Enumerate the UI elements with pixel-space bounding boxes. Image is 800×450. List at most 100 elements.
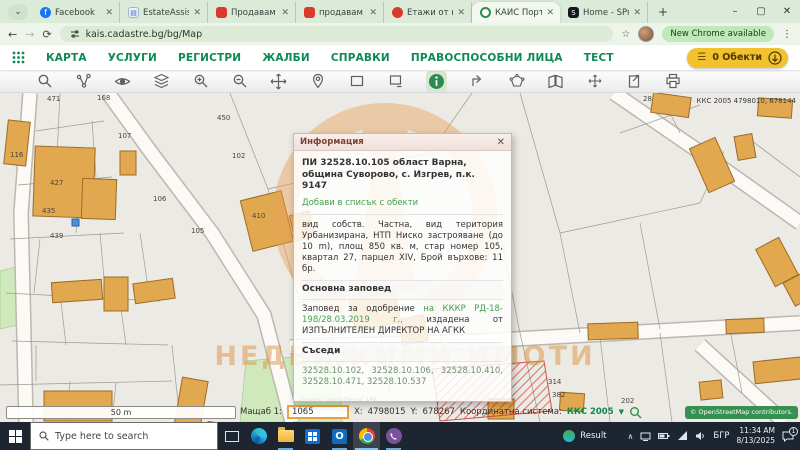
close-icon[interactable]: ✕ [457, 8, 465, 18]
scale-input[interactable] [287, 405, 349, 419]
coordinate-search-icon[interactable] [629, 406, 642, 419]
back-icon[interactable]: ← [8, 28, 17, 41]
reload-icon[interactable]: ⟳ [42, 28, 51, 41]
volume-icon[interactable] [695, 431, 706, 441]
tab-kais-portal[interactable]: КАИС Портал ✕ [472, 2, 560, 23]
pointer-arrow-icon[interactable] [469, 73, 486, 90]
close-icon[interactable]: ✕ [633, 8, 641, 18]
apps-grid-icon[interactable] [12, 51, 25, 64]
close-icon[interactable]: ✕ [105, 8, 113, 18]
marker-pin-icon[interactable] [309, 73, 326, 90]
viber-app-button[interactable] [380, 422, 407, 450]
tab-prodavam-1[interactable]: Продавам къща Дв ✕ [208, 2, 296, 23]
neighbors-list[interactable]: 32528.10.102, 32528.10.106, 32528.10.410… [302, 366, 503, 388]
visibility-eye-icon[interactable] [114, 73, 131, 90]
info-popup-header[interactable]: Информация ✕ [294, 134, 511, 151]
weather-icon [563, 430, 575, 442]
osm-attribution[interactable]: © OpenStreetMap contributors. [685, 406, 798, 419]
menu-item-zhalbi[interactable]: ЖАЛБИ [262, 52, 310, 64]
edge-app-button[interactable] [245, 422, 272, 450]
order-section-header: Основна заповед [302, 280, 503, 300]
task-view-button[interactable] [218, 422, 245, 450]
search-placeholder: Type here to search [55, 431, 148, 442]
crs-label: Координатна система: [460, 407, 562, 417]
start-button[interactable] [0, 422, 30, 450]
network-icon[interactable] [677, 431, 688, 441]
tab-prodavam-2[interactable]: продавам къща се ✕ [296, 2, 384, 23]
tab-facebook[interactable]: f Facebook ✕ [32, 2, 120, 23]
taskbar-clock[interactable]: 11:34 AM 8/13/2025 [737, 426, 775, 446]
blue-marker[interactable] [72, 219, 79, 226]
map-book-icon[interactable] [547, 73, 564, 90]
language-indicator[interactable]: БГР [713, 431, 729, 441]
tray-expand-icon[interactable]: ∧ [628, 432, 634, 441]
close-icon[interactable]: ✕ [369, 8, 377, 18]
pan-icon[interactable] [270, 73, 287, 90]
add-to-objects-link[interactable]: Добави в списък с обекти [302, 198, 503, 215]
bookmark-star-icon[interactable]: ☆ [621, 29, 630, 40]
task-view-icon [225, 431, 239, 442]
y-label: Y: [411, 407, 418, 417]
menu-item-pravosposobni-litsa[interactable]: ПРАВОСПОСОБНИ ЛИЦА [411, 52, 563, 64]
close-icon[interactable]: ✕ [497, 137, 505, 148]
tab-search-button[interactable]: ⌄ [8, 4, 28, 20]
tab-sproperties[interactable]: S Home - SProperties ✕ [560, 2, 648, 23]
forward-icon[interactable]: → [25, 28, 34, 41]
weather-taskbar-item[interactable]: Result [563, 430, 606, 442]
file-explorer-button[interactable] [272, 422, 299, 450]
profile-avatar[interactable] [638, 26, 654, 42]
map-status-bar: Мащаб 1: X: 4798015 Y: 678267 Координатн… [240, 404, 798, 420]
device-icon[interactable] [640, 431, 651, 442]
store-app-button[interactable] [299, 422, 326, 450]
print-icon[interactable] [664, 73, 681, 90]
zoom-in-icon[interactable] [192, 73, 209, 90]
browser-menu-icon[interactable]: ⋮ [782, 29, 792, 40]
close-icon[interactable]: ✕ [193, 8, 201, 18]
battery-icon[interactable] [658, 431, 670, 441]
move-icon[interactable] [586, 73, 603, 90]
close-window-button[interactable]: ✕ [774, 0, 800, 23]
weather-label: Result [580, 431, 606, 441]
site-settings-icon[interactable] [70, 29, 80, 39]
close-icon[interactable]: ✕ [546, 8, 554, 18]
crs-dropdown-arrow-icon[interactable]: ▼ [619, 408, 624, 416]
zoom-out-icon[interactable] [231, 73, 248, 90]
browser-address-bar: ← → ⟳ kais.cadastre.bg/bg/Map ☆ New Chro… [0, 23, 800, 45]
rectangle-icon[interactable] [348, 73, 365, 90]
polygon-icon[interactable] [508, 73, 525, 90]
parcel-label: 435 [42, 207, 55, 215]
menu-item-registri[interactable]: РЕГИСТРИ [178, 52, 241, 64]
select-area-icon[interactable] [387, 73, 404, 90]
dark-site-icon: S [568, 7, 579, 18]
chrome-update-button[interactable]: New Chrome available [662, 26, 774, 42]
info-icon[interactable] [426, 71, 447, 92]
menu-item-uslugi[interactable]: УСЛУГИ [108, 52, 157, 64]
menu-item-karta[interactable]: КАРТА [46, 52, 87, 64]
x-label: X: [354, 407, 363, 417]
parcel-details: вид собств. Частна, вид територия Урбани… [302, 220, 503, 275]
tab-estateassistant[interactable]: ▤ EstateAssistant ✕ [120, 2, 208, 23]
taskbar-search-box[interactable]: Type here to search [30, 422, 218, 450]
minimize-button[interactable]: – [722, 0, 748, 23]
export-document-icon[interactable] [625, 73, 642, 90]
url-field[interactable]: kais.cadastre.bg/bg/Map [60, 26, 614, 42]
menu-item-spravki[interactable]: СПРАВКИ [331, 52, 390, 64]
search-icon[interactable] [36, 73, 53, 90]
new-tab-button[interactable]: + [654, 3, 672, 21]
action-center-button[interactable]: 1 [782, 431, 794, 442]
measure-icon[interactable] [75, 73, 92, 90]
outlook-app-button[interactable]: O [326, 422, 353, 450]
crs-dropdown[interactable]: ККС 2005 [567, 407, 614, 417]
x-value: 4798015 [368, 407, 406, 417]
layers-icon[interactable] [153, 73, 170, 90]
parcel-label: 107 [118, 132, 131, 140]
menu-item-test[interactable]: ТЕСТ [584, 52, 614, 64]
objects-count-button[interactable]: ☰ 0 Обекти [687, 48, 788, 68]
tab-etazhi[interactable]: Етажи от къщи в об ✕ [384, 2, 472, 23]
close-icon[interactable]: ✕ [281, 8, 289, 18]
url-text: kais.cadastre.bg/bg/Map [86, 29, 202, 40]
scale-bar: 50 m [6, 406, 236, 419]
maximize-button[interactable]: ▢ [748, 0, 774, 23]
document-icon: ▤ [128, 7, 139, 18]
chrome-app-button[interactable] [353, 422, 380, 450]
